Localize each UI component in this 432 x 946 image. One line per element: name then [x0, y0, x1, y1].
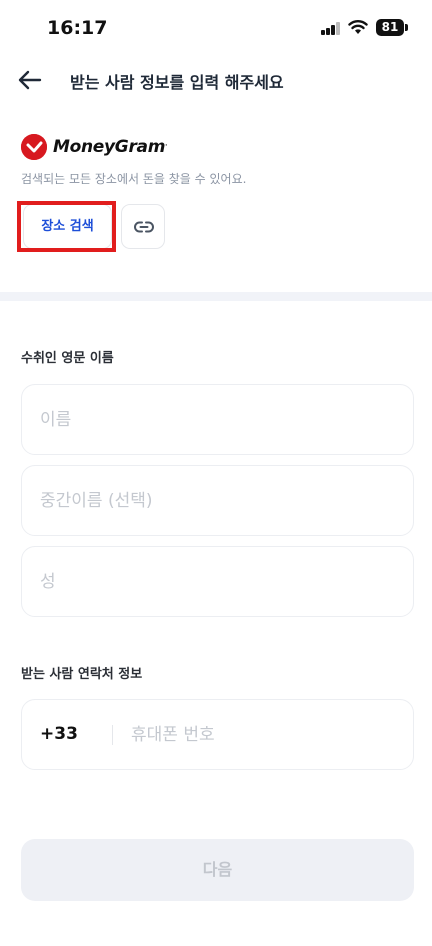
phone-input[interactable] — [121, 700, 406, 769]
search-place-button[interactable]: 장소 검색 — [23, 204, 112, 249]
battery-icon: 81 — [376, 19, 404, 36]
next-button[interactable]: 다음 — [21, 839, 414, 901]
recipient-contact-label: 받는 사람 연락처 정보 — [21, 667, 143, 682]
phone-separator — [112, 725, 113, 745]
country-code-selector[interactable]: +33 — [40, 724, 78, 744]
last-name-field[interactable] — [21, 546, 414, 617]
section-divider — [0, 292, 432, 301]
status-bar: 16:17 81 — [0, 0, 432, 56]
last-name-input[interactable] — [22, 547, 413, 616]
provider-name: MoneyGram. — [53, 137, 168, 157]
link-button[interactable] — [121, 204, 165, 249]
page-title: 받는 사람 정보를 입력 해주세요 — [70, 73, 284, 92]
middle-name-input[interactable] — [22, 466, 413, 535]
first-name-input[interactable] — [22, 385, 413, 454]
first-name-field[interactable] — [21, 384, 414, 455]
wifi-icon — [348, 20, 368, 34]
status-time: 16:17 — [47, 17, 108, 39]
arrow-left-icon[interactable] — [16, 66, 44, 94]
provider-description: 검색되는 모든 장소에서 돈을 찾을 수 있어요. — [21, 172, 247, 186]
app-header: 받는 사람 정보를 입력 해주세요 — [0, 58, 432, 102]
phone-field[interactable]: +33 — [21, 699, 414, 770]
battery-tip — [405, 24, 408, 31]
link-icon — [134, 221, 154, 233]
middle-name-field[interactable] — [21, 465, 414, 536]
moneygram-logo-icon — [21, 134, 47, 160]
recipient-name-label: 수취인 영문 이름 — [21, 351, 114, 366]
cellular-signal-icon — [321, 22, 341, 35]
